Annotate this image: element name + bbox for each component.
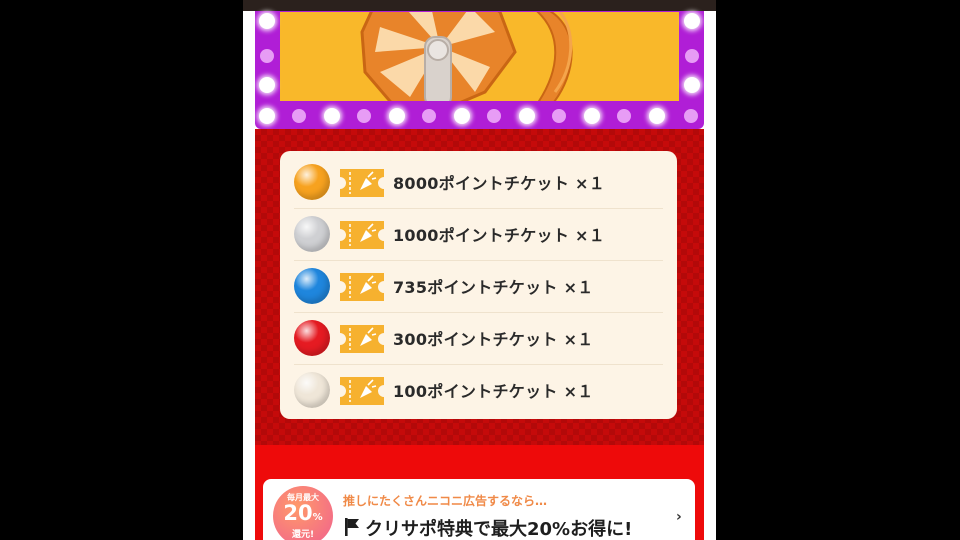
capsule-ball-icon: [294, 216, 330, 252]
flag-icon: [345, 518, 359, 536]
marquee-bulb: [260, 49, 274, 63]
capsule-ball-icon: [294, 372, 330, 408]
prize-list: 8000ポイントチケット ×１ 1000ポイントチケット ×１ 735ポイントチ…: [280, 151, 677, 419]
prize-label: 100ポイントチケット ×１: [393, 382, 594, 401]
chevron-right-icon[interactable]: ›: [676, 509, 682, 525]
ad-headline: クリサポ特典で最大20%お得に!: [365, 519, 633, 540]
prize-section: 8000ポイントチケット ×１ 1000ポイントチケット ×１ 735ポイントチ…: [255, 129, 704, 445]
gacha-machine-illustration: [280, 12, 679, 101]
marquee-bulb: [649, 108, 665, 124]
ad-banner[interactable]: 毎月最大 20% 還元! 推しにたくさんニコニ広告するなら… クリサポ特典で最大…: [263, 479, 695, 540]
gacha-marquee-frame: [255, 11, 704, 129]
prize-label: 8000ポイントチケット ×１: [393, 174, 606, 193]
ad-badge-bottom: 還元!: [291, 530, 315, 540]
ticket-icon: [340, 169, 384, 197]
ticket-icon: [340, 273, 384, 301]
capsule-ball-icon: [294, 320, 330, 356]
marquee-bulb: [617, 109, 631, 123]
marquee-bulb: [259, 77, 275, 93]
prize-row: 1000ポイントチケット ×１: [280, 208, 677, 260]
marquee-bulb: [519, 108, 535, 124]
prize-row: 8000ポイントチケット ×１: [280, 156, 677, 208]
top-bar: [243, 0, 716, 11]
marquee-bulb: [454, 108, 470, 124]
prize-label: 300ポイントチケット ×１: [393, 330, 594, 349]
ad-badge-value: 20%: [273, 501, 333, 525]
ad-badge: 毎月最大 20% 還元!: [273, 486, 333, 540]
app-viewport: 8000ポイントチケット ×１ 1000ポイントチケット ×１ 735ポイントチ…: [243, 0, 716, 540]
marquee-bulb: [684, 13, 700, 29]
gacha-handle-illustration: [360, 12, 573, 101]
marquee-bulb: [357, 109, 371, 123]
ad-tagline: 推しにたくさんニコニ広告するなら…: [343, 494, 548, 508]
marquee-bulb: [389, 108, 405, 124]
marquee-bulb: [487, 109, 501, 123]
prize-row: 735ポイントチケット ×１: [280, 260, 677, 312]
marquee-bulb: [259, 108, 275, 124]
marquee-bulb: [552, 109, 566, 123]
ad-badge-unit: %: [312, 512, 323, 523]
marquee-bulb: [684, 109, 698, 123]
ticket-icon: [340, 325, 384, 353]
prize-row: 300ポイントチケット ×１: [280, 312, 677, 364]
prize-row: 100ポイントチケット ×１: [280, 364, 677, 416]
prize-label: 1000ポイントチケット ×１: [393, 226, 606, 245]
marquee-bulb: [259, 13, 275, 29]
marquee-bulb: [422, 109, 436, 123]
prize-label: 735ポイントチケット ×１: [393, 278, 594, 297]
ad-badge-number: 20: [283, 501, 313, 525]
marquee-bulb: [584, 108, 600, 124]
marquee-bulb: [684, 77, 700, 93]
marquee-bulb: [324, 108, 340, 124]
ticket-icon: [340, 377, 384, 405]
marquee-bulb: [292, 109, 306, 123]
capsule-ball-icon: [294, 164, 330, 200]
capsule-ball-icon: [294, 268, 330, 304]
marquee-bulb: [685, 49, 699, 63]
ticket-icon: [340, 221, 384, 249]
